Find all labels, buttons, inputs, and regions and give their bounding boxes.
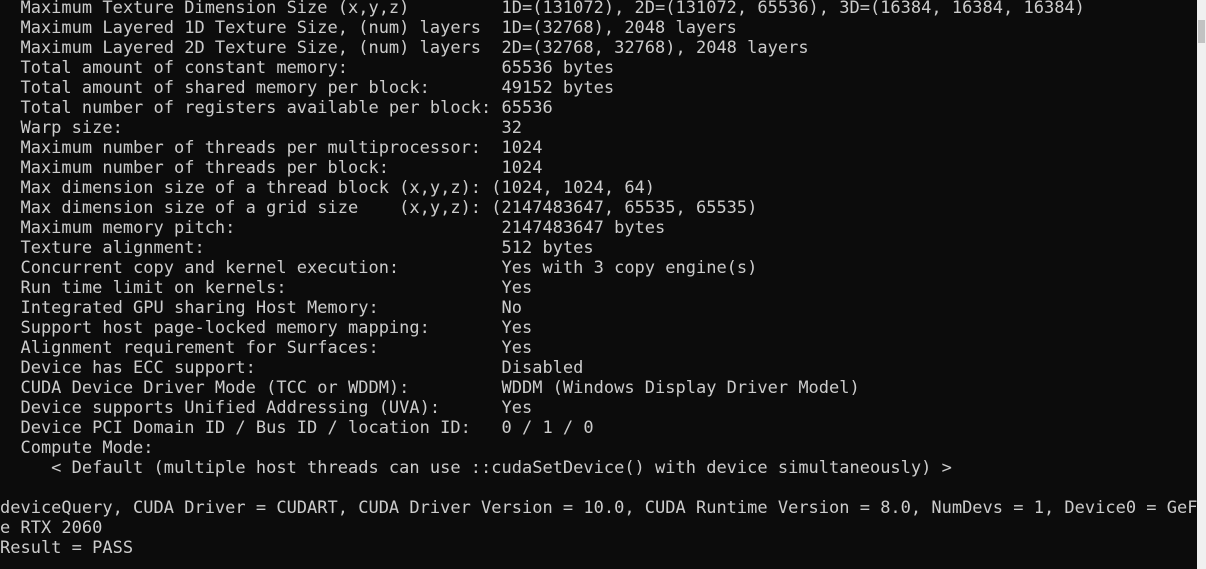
output-line: Maximum Texture Dimension Size (x,y,z) 1… [0, 0, 1085, 18]
output-line: Maximum number of threads per block: 102… [0, 158, 543, 178]
output-line: Warp size: 32 [0, 118, 522, 138]
output-line: Run time limit on kernels: Yes [0, 278, 533, 298]
output-line: Texture alignment: 512 bytes [0, 238, 594, 258]
output-line: deviceQuery, CUDA Driver = CUDART, CUDA … [0, 498, 1197, 518]
output-line: CUDA Device Driver Mode (TCC or WDDM): W… [0, 378, 860, 398]
output-line: Maximum number of threads per multiproce… [0, 138, 543, 158]
output-line: Total amount of constant memory: 65536 b… [0, 58, 615, 78]
output-line: Support host page-locked memory mapping:… [0, 318, 533, 338]
output-line: Device PCI Domain ID / Bus ID / location… [0, 418, 594, 438]
console-output: Maximum Texture Dimension Size (x,y,z) 1… [0, 0, 1197, 558]
vertical-scrollbar[interactable] [1197, 0, 1206, 569]
output-line: Total amount of shared memory per block:… [0, 78, 615, 98]
output-line: Result = PASS [0, 538, 134, 558]
output-line: Max dimension size of a thread block (x,… [0, 178, 656, 198]
output-line: Max dimension size of a grid size (x,y,z… [0, 198, 758, 218]
output-line: Maximum Layered 1D Texture Size, (num) l… [0, 18, 737, 38]
output-line: Maximum Layered 2D Texture Size, (num) l… [0, 38, 809, 58]
output-line: Device has ECC support: Disabled [0, 358, 584, 378]
console-window[interactable]: Maximum Texture Dimension Size (x,y,z) 1… [0, 0, 1197, 569]
output-line: Total number of registers available per … [0, 98, 553, 118]
output-line: Integrated GPU sharing Host Memory: No [0, 298, 522, 318]
output-line: Maximum memory pitch: 2147483647 bytes [0, 218, 666, 238]
output-line: Compute Mode: [0, 438, 154, 458]
output-line: e RTX 2060 [0, 518, 103, 538]
output-line: Alignment requirement for Surfaces: Yes [0, 338, 533, 358]
output-line: Concurrent copy and kernel execution: Ye… [0, 258, 758, 278]
output-line: < Default (multiple host threads can use… [0, 458, 952, 478]
output-line: Device supports Unified Addressing (UVA)… [0, 398, 533, 418]
scrollbar-thumb[interactable] [1198, 20, 1205, 43]
